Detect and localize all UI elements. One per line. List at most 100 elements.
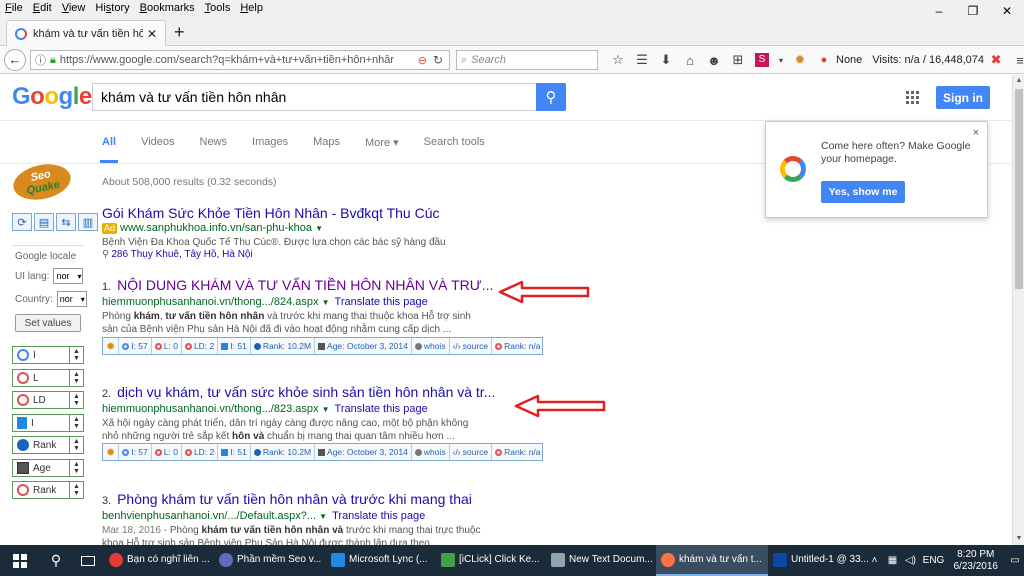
taskbar-search-icon[interactable]: ⚲ xyxy=(40,552,72,569)
show-hidden-icons[interactable]: ˄ xyxy=(866,555,884,566)
set-values-button[interactable]: Set values xyxy=(15,314,81,332)
network-icon[interactable]: ▦ xyxy=(884,555,902,566)
block-addon-icon[interactable]: ✖ xyxy=(984,52,1008,68)
sq-alexa-rank[interactable]: Rank: 10.2M xyxy=(251,444,316,460)
taskbar-app-firefox[interactable]: khám và tư vấn t... xyxy=(656,545,768,576)
taskbar-app-notepad[interactable]: New Text Docum... xyxy=(546,545,656,576)
dropdown-arrow-icon[interactable]: ▼ xyxy=(319,512,327,521)
google-search-button[interactable]: ⚲ xyxy=(536,83,566,111)
scroll-down-icon[interactable]: ▼ xyxy=(1013,533,1024,545)
browser-search-input[interactable]: ⌕ Search xyxy=(456,50,598,70)
sq-google-index[interactable]: I: 57 xyxy=(119,444,152,460)
tab-maps[interactable]: Maps xyxy=(313,136,340,149)
menu-view[interactable]: View xyxy=(57,0,91,16)
metric-google-index[interactable]: I ▲ ▼ xyxy=(12,346,84,364)
bookmark-star-icon[interactable]: ☆ xyxy=(606,52,630,68)
tab-close-icon[interactable]: ✕ xyxy=(147,27,157,41)
compare-icon[interactable]: ⇆ xyxy=(56,213,76,231)
result-url[interactable]: hiemmuonphusanhanoi.vn/thong.../823.aspx xyxy=(102,403,319,415)
metric-alexa-rank[interactable]: Rank ▲ ▼ xyxy=(12,436,84,454)
apps-grid-icon[interactable] xyxy=(906,91,919,104)
translate-link[interactable]: Translate this page xyxy=(332,510,425,522)
popup-close-icon[interactable]: × xyxy=(973,127,979,139)
pocket-icon[interactable]: ⊞ xyxy=(726,52,750,68)
sq-semrush-rank[interactable]: Rank: n/a xyxy=(492,338,543,354)
metric-bing-index[interactable]: I ▲ ▼ xyxy=(12,414,84,432)
refresh-icon[interactable]: ⟳ xyxy=(12,213,32,231)
tab-all[interactable]: All xyxy=(99,136,119,163)
metric-semrush-rank[interactable]: Rank ▲ ▼ xyxy=(12,481,84,499)
page-scrollbar[interactable]: ▲ ▼ xyxy=(1012,75,1024,545)
result-url[interactable]: hiemmuonphusanhanoi.vn/thong.../824.aspx xyxy=(102,296,319,308)
result-title-link[interactable]: 1. NỘI DUNG KHÁM VÀ TƯ VẤN TIỀN HÔN NHÂN… xyxy=(102,277,542,295)
sq-linking-domains[interactable]: LD: 2 xyxy=(182,338,219,354)
sq-source[interactable]: ‹/› source xyxy=(450,338,493,354)
clock[interactable]: 8:20 PM 6/23/2016 xyxy=(954,549,999,573)
taskbar-app-iclick[interactable]: [iCLick] Click Ke... xyxy=(436,545,546,576)
ad-title-link[interactable]: Gói Khám Sức Khỏe Tiền Hôn Nhân - Bvđkqt… xyxy=(102,205,542,221)
country-select[interactable]: nor ▾ xyxy=(56,291,87,307)
seoquake-s-icon[interactable]: S xyxy=(755,53,769,67)
document-icon[interactable]: ▤ xyxy=(34,213,54,231)
result-url[interactable]: benhvienphusanhanoi.vn/.../Default.aspx?… xyxy=(102,510,316,522)
sq-age[interactable]: Age: October 3, 2014 xyxy=(315,444,412,460)
sq-bing-index[interactable]: I: 51 xyxy=(218,338,251,354)
sq-whois[interactable]: whois xyxy=(412,338,450,354)
ad-url[interactable]: www.sanphukhoa.info.vn/san-phu-khoa xyxy=(120,222,312,234)
scroll-thumb[interactable] xyxy=(1015,89,1023,289)
dropdown-arrow-icon[interactable]: ▼ xyxy=(315,224,323,233)
stop-addon-icon[interactable]: ● xyxy=(812,54,836,66)
tab-images[interactable]: Images xyxy=(252,136,288,149)
result-title-link[interactable]: 3. Phòng khám tư vấn tiền hôn nhân và tr… xyxy=(102,491,542,509)
taskbar-app-photoshop[interactable]: Untitled-1 @ 33.... xyxy=(768,545,868,576)
seoquake-gear-icon[interactable]: ✹ xyxy=(103,338,120,354)
taskbar-app-lync[interactable]: Microsoft Lync (... xyxy=(326,545,436,576)
sq-links[interactable]: L: 0 xyxy=(152,338,182,354)
sign-in-button[interactable]: Sign in xyxy=(936,86,990,109)
scroll-up-icon[interactable]: ▲ xyxy=(1013,75,1024,87)
url-bar[interactable]: ⓘ 🔒︎ https://www.google.com/search?q=khá… xyxy=(30,50,450,70)
google-logo[interactable]: Google xyxy=(12,83,92,111)
notifications-icon[interactable]: ▭ xyxy=(1006,555,1024,566)
metric-age[interactable]: Age ▲ ▼ xyxy=(12,459,84,477)
info-icon[interactable]: ⓘ xyxy=(35,52,46,68)
tab-more[interactable]: More ▾ xyxy=(365,136,399,149)
seoquake-gear-icon[interactable]: ✹ xyxy=(103,444,120,460)
sq-links[interactable]: L: 0 xyxy=(152,444,182,460)
export-icon[interactable]: ▥ xyxy=(78,213,98,231)
menu-file[interactable]: File xyxy=(0,0,28,16)
dropdown-arrow-icon[interactable]: ▾ xyxy=(774,56,788,65)
url-text[interactable]: https://www.google.com/search?q=khám+và+… xyxy=(60,54,412,66)
sq-whois[interactable]: whois xyxy=(412,444,450,460)
result-title-link[interactable]: 2. dịch vụ khám, tư vấn sức khỏe sinh sả… xyxy=(102,384,542,402)
sq-linking-domains[interactable]: LD: 2 xyxy=(182,444,219,460)
tab-search-tools[interactable]: Search tools xyxy=(424,136,485,149)
language-indicator[interactable]: ENG xyxy=(920,555,948,566)
hamburger-menu-icon[interactable]: ≡ xyxy=(1008,53,1024,68)
download-icon[interactable]: ⬇ xyxy=(654,52,678,68)
menu-edit[interactable]: Edit xyxy=(28,0,57,16)
taskbar-app-opera[interactable]: Bạn có nghĩ liên ... xyxy=(104,545,214,576)
menu-help[interactable]: Help xyxy=(235,0,268,16)
browser-tab-google[interactable]: khám và tư vấn tiền hôn nh... ✕ xyxy=(6,20,166,46)
volume-icon[interactable]: ◁) xyxy=(902,555,920,566)
ad-location[interactable]: ⚲ 286 Thụy Khuê, Tây Hồ, Hà Nội xyxy=(102,249,542,260)
emoji-icon[interactable]: ☻ xyxy=(702,53,726,68)
taskbar-app-seo[interactable]: Phần mềm Seo v... xyxy=(214,545,326,576)
tab-news[interactable]: News xyxy=(200,136,228,149)
ui-lang-select[interactable]: nor ▾ xyxy=(53,268,84,284)
dropdown-arrow-icon[interactable]: ▼ xyxy=(322,298,330,307)
task-view-button[interactable] xyxy=(72,545,104,576)
reload-icon[interactable]: ↻ xyxy=(433,53,443,67)
sq-age[interactable]: Age: October 3, 2014 xyxy=(315,338,412,354)
gear-addon-icon[interactable]: ✹ xyxy=(788,52,812,68)
stop-icon[interactable]: ⊖ xyxy=(418,54,427,67)
sq-alexa-rank[interactable]: Rank: 10.2M xyxy=(251,338,316,354)
home-icon[interactable]: ⌂ xyxy=(678,53,702,68)
yes-show-me-button[interactable]: Yes, show me xyxy=(821,181,905,203)
start-button[interactable] xyxy=(0,545,40,576)
sq-google-index[interactable]: I: 57 xyxy=(119,338,152,354)
translate-link[interactable]: Translate this page xyxy=(335,403,428,415)
sq-semrush-rank[interactable]: Rank: n/a xyxy=(492,444,543,460)
new-tab-button[interactable]: + xyxy=(174,23,185,41)
